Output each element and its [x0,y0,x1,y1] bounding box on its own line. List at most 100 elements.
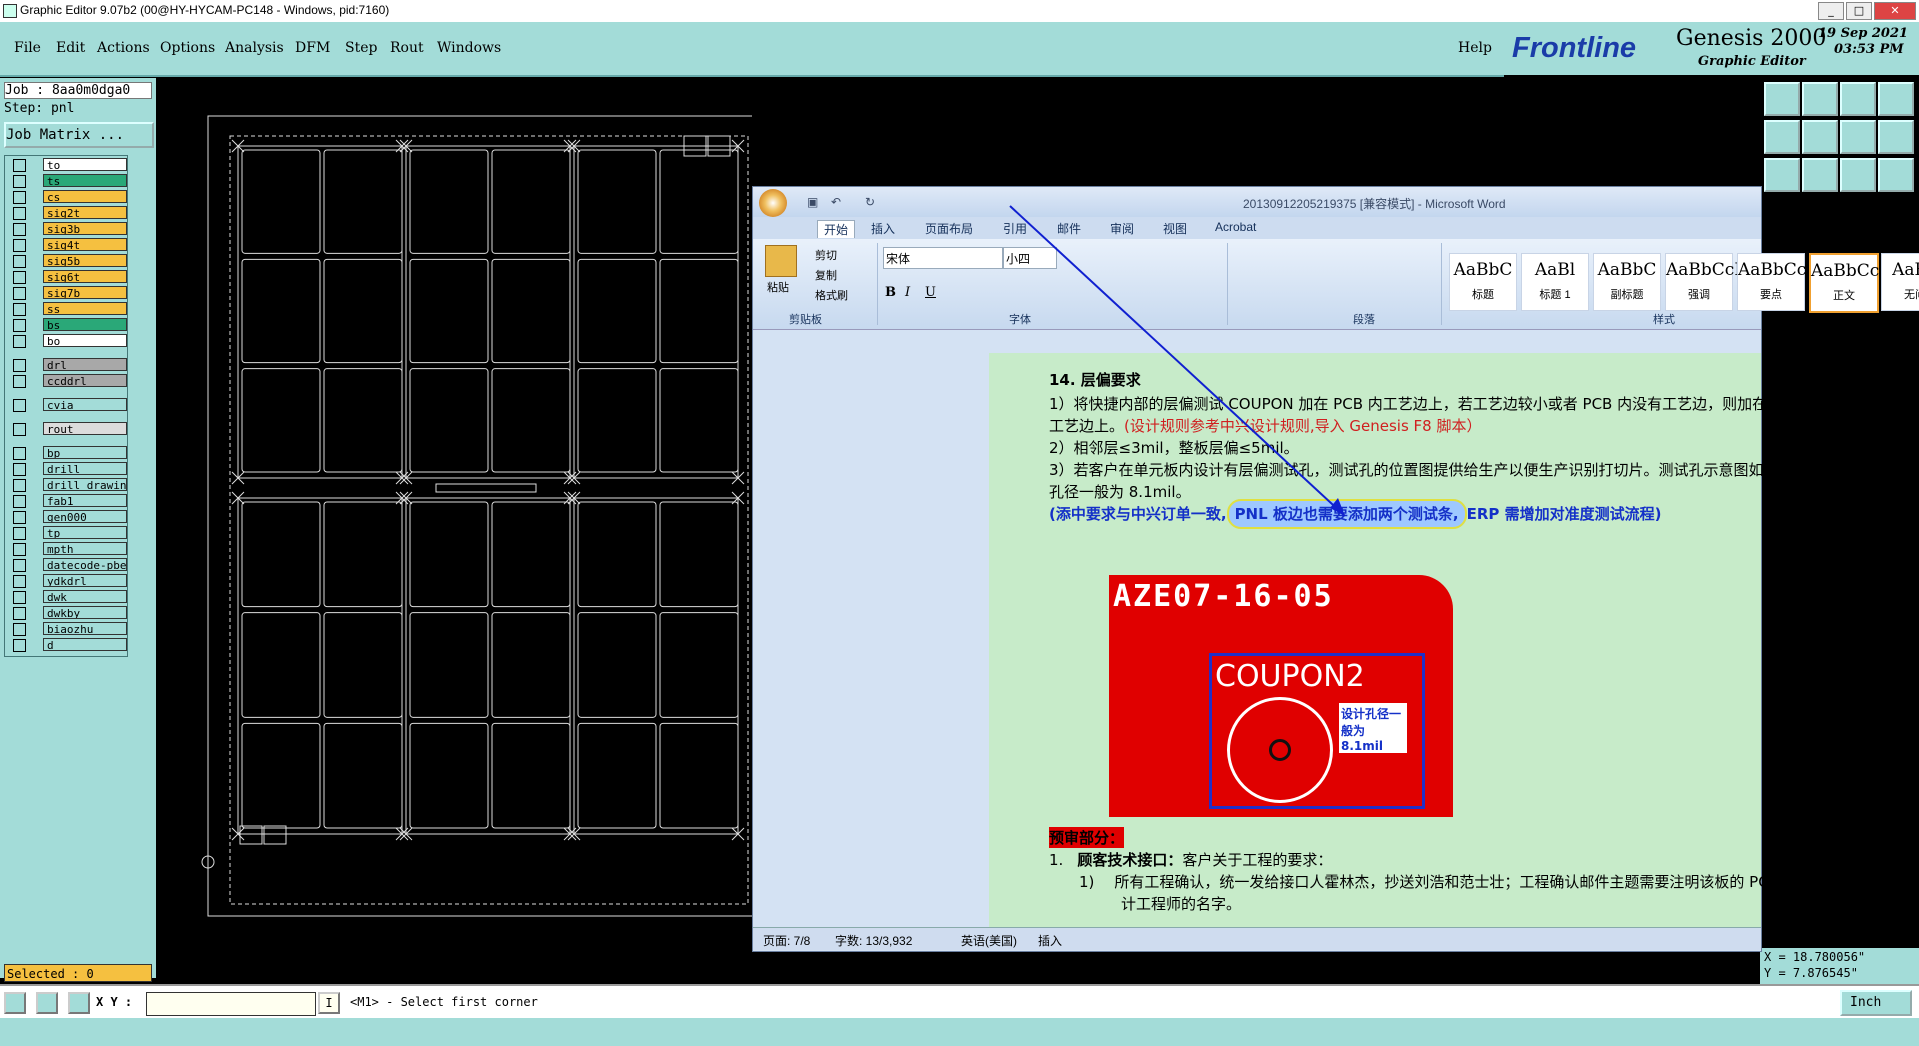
layer-checkbox[interactable] [13,607,26,620]
layer-sig4t[interactable]: sig4t [43,238,127,251]
layer-checkbox[interactable] [13,271,26,284]
tab-insert[interactable]: 插入 [871,220,895,237]
layer-to[interactable]: to [43,158,127,171]
layer-dwk[interactable]: dwk [43,590,127,603]
format-painter-button[interactable]: 格式刷 [815,287,848,303]
step-out-icon[interactable] [1802,120,1838,154]
layer-sig3b[interactable]: sig3b [43,222,127,235]
layer-tp[interactable]: tp [43,526,127,539]
home-icon[interactable] [1764,82,1800,116]
style-4[interactable]: AaBbCcD 要点 [1737,253,1820,311]
layer-checkbox[interactable] [13,175,26,188]
layer-rout[interactable]: rout [43,422,127,435]
bold-icon[interactable]: B [885,285,896,300]
layer-checkbox[interactable] [13,255,26,268]
layer-checkbox[interactable] [13,463,26,476]
style-2[interactable]: AaBbC 副标题 [1593,253,1661,311]
layer-checkbox[interactable] [13,223,26,236]
word-count[interactable]: 字数: 13/3,932 [835,932,912,949]
layer-checkbox[interactable] [13,543,26,556]
layer-ts[interactable]: ts [43,174,127,187]
style-0[interactable]: AaBbC 标题 [1449,253,1517,311]
layer-checkbox[interactable] [13,447,26,460]
grid-snap-icon[interactable] [68,992,90,1014]
layer-fab1[interactable]: fab1 [43,494,127,507]
menu-rout[interactable]: Rout [390,40,424,56]
layer-ydkdrl[interactable]: ydkdrl [43,574,127,587]
paste-icon[interactable] [765,245,797,277]
layer-checkbox[interactable] [13,159,26,172]
layer-checkbox[interactable] [13,639,26,652]
redo-icon[interactable]: ↻ [865,195,875,209]
menu-edit[interactable]: Edit [56,40,85,56]
menu-file[interactable]: File [14,40,41,56]
italic-icon[interactable]: I [905,285,910,300]
units-button[interactable]: Inch [1840,990,1912,1016]
layer-checkbox[interactable] [13,287,26,300]
font-name-field[interactable] [883,247,1003,269]
layer-ss[interactable]: ss [43,302,127,315]
style-5[interactable]: AaBbCcD 正文 [1809,253,1893,313]
layer-cvia[interactable]: cvia [43,398,127,411]
save-icon[interactable] [1802,82,1838,116]
tab-page-layout[interactable]: 页面布局 [925,220,973,237]
layer-checkbox[interactable] [13,399,26,412]
step-in-icon[interactable] [1764,120,1800,154]
xy-input[interactable] [146,992,316,1016]
insert-mode[interactable]: 插入 [1038,932,1062,949]
office-button[interactable] [759,189,787,217]
layer-checkbox[interactable] [13,207,26,220]
layer-drl[interactable]: drl [43,358,127,371]
menu-analysis[interactable]: Analysis [225,40,284,56]
layer-dwkby[interactable]: dwkby [43,606,127,619]
cursor-icon[interactable]: I [318,992,340,1014]
style-1[interactable]: AaBl 标题 1 [1521,253,1589,311]
layer-checkbox[interactable] [13,495,26,508]
layer-ccddrl[interactable]: ccddrl [43,374,127,387]
grid-icon[interactable] [1878,82,1914,116]
page-count[interactable]: 页面: 7/8 [763,932,810,949]
house-icon[interactable] [1840,82,1876,116]
language-status[interactable]: 英语(美国) [961,932,1017,949]
undo-icon[interactable]: ↶ [831,195,841,209]
graphic-canvas[interactable] [156,78,752,984]
layer-datecode-pbe[interactable]: datecode-pbe [43,558,127,571]
layer-checkbox[interactable] [13,479,26,492]
menu-windows[interactable]: Windows [437,40,501,56]
tool-icon[interactable] [1764,158,1800,192]
layer-bo[interactable]: bo [43,334,127,347]
quick-save-icon[interactable]: ▣ [807,195,818,209]
layer-bp[interactable]: bp [43,446,127,459]
zoom-icon[interactable] [4,992,26,1014]
tool-icon[interactable] [1840,158,1876,192]
layer-checkbox[interactable] [13,623,26,636]
layer-checkbox[interactable] [13,239,26,252]
layer-d[interactable]: d [43,638,127,651]
layer-checkbox[interactable] [13,335,26,348]
swap-icon[interactable] [1840,120,1876,154]
layer-checkbox[interactable] [13,319,26,332]
tool-icon[interactable] [1802,158,1838,192]
layer-checkbox[interactable] [13,303,26,316]
job-matrix-button[interactable]: Job Matrix ... [4,122,154,148]
layer-mpth[interactable]: mpth [43,542,127,555]
layer-sig6t[interactable]: sig6t [43,270,127,283]
layer-checkbox[interactable] [13,359,26,372]
paste-button[interactable]: 粘贴 [767,279,789,295]
layer-checkbox[interactable] [13,423,26,436]
layer-checkbox[interactable] [13,527,26,540]
copy-button[interactable]: 复制 [815,267,837,283]
underline-icon[interactable]: U [925,285,936,300]
tool-icon[interactable] [1878,158,1914,192]
layer-drill[interactable]: drill [43,462,127,475]
menu-dfm[interactable]: DFM [295,40,330,56]
maximize-button[interactable]: □ [1846,2,1872,20]
measure-icon[interactable] [36,992,58,1014]
layer-sig2t[interactable]: sig2t [43,206,127,219]
menu-options[interactable]: Options [160,40,215,56]
layer-checkbox[interactable] [13,375,26,388]
tab-home[interactable]: 开始 [817,220,856,238]
style-3[interactable]: AaBbCcD 强调 [1665,253,1748,311]
menu-actions[interactable]: Actions [97,40,150,56]
minimize-button[interactable]: _ [1818,2,1844,20]
